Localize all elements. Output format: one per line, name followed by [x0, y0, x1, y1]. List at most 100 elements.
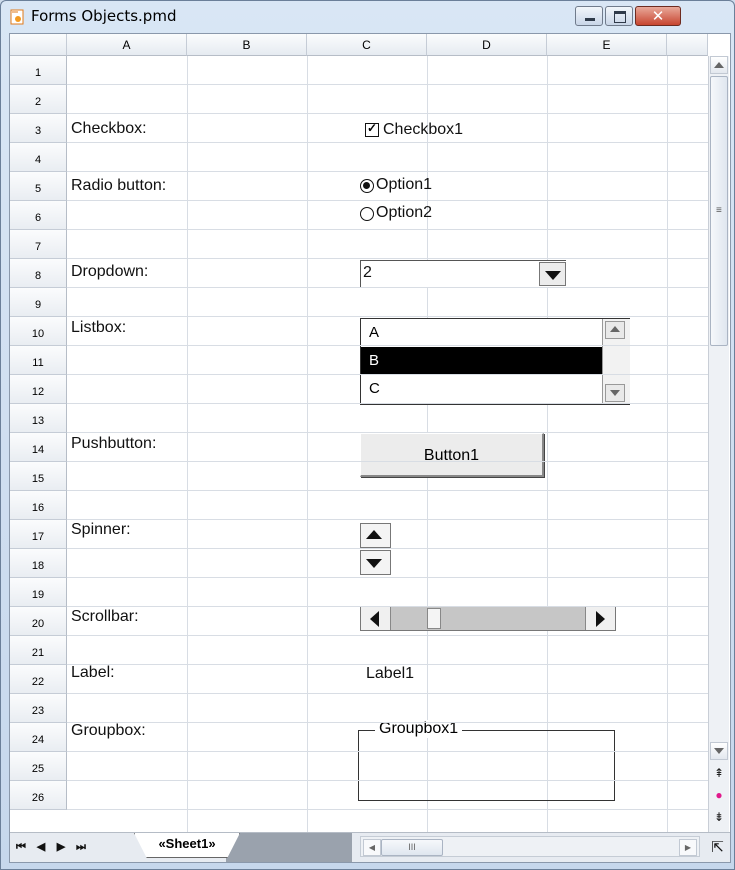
grid-line-horizontal: [67, 258, 708, 259]
column-header-e[interactable]: E: [547, 34, 667, 56]
row-header[interactable]: 19: [10, 578, 67, 607]
row-header[interactable]: 13: [10, 404, 67, 433]
horizontal-scroll-thumb[interactable]: III: [381, 839, 443, 856]
row-header[interactable]: 26: [10, 781, 67, 810]
row-header[interactable]: 20: [10, 607, 67, 636]
grid-line-horizontal: [67, 635, 708, 636]
maximize-icon: [614, 11, 626, 23]
listbox[interactable]: A B C: [360, 318, 630, 405]
row-header[interactable]: 8: [10, 259, 67, 288]
dropdown-toggle-button[interactable]: [539, 262, 566, 286]
chevron-down-icon: [545, 271, 561, 280]
column-header-a[interactable]: A: [67, 34, 187, 56]
column-header-d[interactable]: D: [427, 34, 547, 56]
checkbox1[interactable]: ✓: [365, 121, 379, 137]
previous-page-button[interactable]: ⇞: [710, 762, 728, 784]
row-header[interactable]: 25: [10, 752, 67, 781]
grip-icon: ≡: [716, 205, 722, 216]
row-header[interactable]: 7: [10, 230, 67, 259]
spinner-up-button[interactable]: [360, 523, 391, 548]
title-bar[interactable]: Forms Objects.pmd ✕: [1, 1, 734, 33]
row-header[interactable]: 2: [10, 85, 67, 114]
vertical-scrollbar[interactable]: ≡ ⇞ ● ⇟: [708, 56, 729, 832]
arrow-right-icon[interactable]: ▶: [679, 839, 697, 856]
radio-option1[interactable]: [360, 179, 374, 193]
checkbox1-label[interactable]: Checkbox1: [383, 121, 463, 139]
arrow-up-icon: [714, 62, 724, 68]
scrollbar-left-button[interactable]: [361, 607, 391, 630]
listbox-scroll-down-button[interactable]: [605, 384, 625, 402]
next-page-button[interactable]: ⇟: [710, 806, 728, 828]
radio-option2-label[interactable]: Option2: [376, 204, 432, 222]
row-header[interactable]: 14: [10, 433, 67, 462]
row-header[interactable]: 5: [10, 172, 67, 201]
spreadsheet-area[interactable]: A B C D E Checkbox: Radio button: Dropdo…: [9, 33, 731, 863]
arrow-up-icon: [610, 326, 620, 332]
scrollbar-thumb[interactable]: [427, 608, 441, 629]
first-sheet-button[interactable]: ⏮: [12, 838, 30, 856]
listbox-scroll-up-button[interactable]: [605, 321, 625, 339]
document-app-icon: [10, 9, 24, 25]
row-header[interactable]: 6: [10, 201, 67, 230]
row-header[interactable]: 9: [10, 288, 67, 317]
last-sheet-button[interactable]: ⏭: [72, 838, 90, 856]
grid-line-horizontal: [67, 809, 708, 810]
dropdown[interactable]: 2: [360, 260, 566, 287]
checkbox-caption: Checkbox:: [71, 120, 147, 137]
row-header[interactable]: 23: [10, 694, 67, 723]
spinner-down-button[interactable]: [360, 550, 391, 575]
scroll-down-button[interactable]: [710, 742, 728, 760]
radio-caption: Radio button:: [71, 177, 167, 194]
column-header-f[interactable]: [667, 34, 708, 56]
row-header[interactable]: 24: [10, 723, 67, 752]
scrollbar-right-button[interactable]: [585, 607, 615, 630]
listbox-item-selected[interactable]: B: [361, 347, 602, 375]
scrollbar-control[interactable]: [360, 606, 616, 631]
grid-line-horizontal: [67, 664, 708, 665]
row-header[interactable]: 21: [10, 636, 67, 665]
radio-option1-label[interactable]: Option1: [376, 176, 432, 194]
arrow-down-icon: [610, 390, 620, 396]
row-header[interactable]: 11: [10, 346, 67, 375]
grid-line-horizontal: [67, 84, 708, 85]
split-view-icon[interactable]: ⇱: [707, 834, 728, 861]
row-header[interactable]: 10: [10, 317, 67, 346]
row-header[interactable]: 3: [10, 114, 67, 143]
listbox-item[interactable]: A: [361, 319, 602, 347]
row-header[interactable]: 22: [10, 665, 67, 694]
horizontal-scrollbar[interactable]: ◀ III ▶: [360, 836, 700, 857]
grid-line-horizontal: [67, 548, 708, 549]
previous-sheet-button[interactable]: ◀: [32, 838, 50, 856]
row-header[interactable]: 1: [10, 56, 67, 85]
grid-line-vertical: [187, 56, 188, 832]
row-header[interactable]: 4: [10, 143, 67, 172]
grid-line-horizontal: [67, 200, 708, 201]
listbox-scrollbar[interactable]: [602, 319, 630, 404]
close-button[interactable]: ✕: [635, 6, 681, 26]
arrow-down-icon: [366, 559, 382, 568]
vertical-scroll-thumb[interactable]: ≡: [710, 76, 728, 346]
page-dot-icon[interactable]: ●: [710, 784, 728, 806]
select-all-corner[interactable]: [10, 34, 67, 56]
radio-selected-icon: [363, 182, 370, 189]
row-header[interactable]: 16: [10, 491, 67, 520]
radio-option2[interactable]: [360, 207, 374, 221]
check-icon: ✓: [367, 121, 378, 135]
listbox-item[interactable]: C: [361, 375, 602, 403]
spinner-caption: Spinner:: [71, 521, 131, 538]
minimize-button[interactable]: [575, 6, 603, 26]
row-header[interactable]: 17: [10, 520, 67, 549]
maximize-button[interactable]: [605, 6, 633, 26]
row-header[interactable]: 18: [10, 549, 67, 578]
scroll-up-button[interactable]: [710, 56, 728, 74]
row-header[interactable]: 12: [10, 375, 67, 404]
column-header-b[interactable]: B: [187, 34, 307, 56]
grid-line-vertical: [667, 56, 668, 832]
column-header-c[interactable]: C: [307, 34, 427, 56]
row-header[interactable]: 15: [10, 462, 67, 491]
next-sheet-button[interactable]: ▶: [52, 838, 70, 856]
arrow-up-icon: [366, 530, 382, 539]
tab-sheet1[interactable]: «Sheet1»: [134, 833, 240, 858]
arrow-left-icon[interactable]: ◀: [363, 839, 381, 856]
button1[interactable]: Button1: [360, 433, 544, 477]
